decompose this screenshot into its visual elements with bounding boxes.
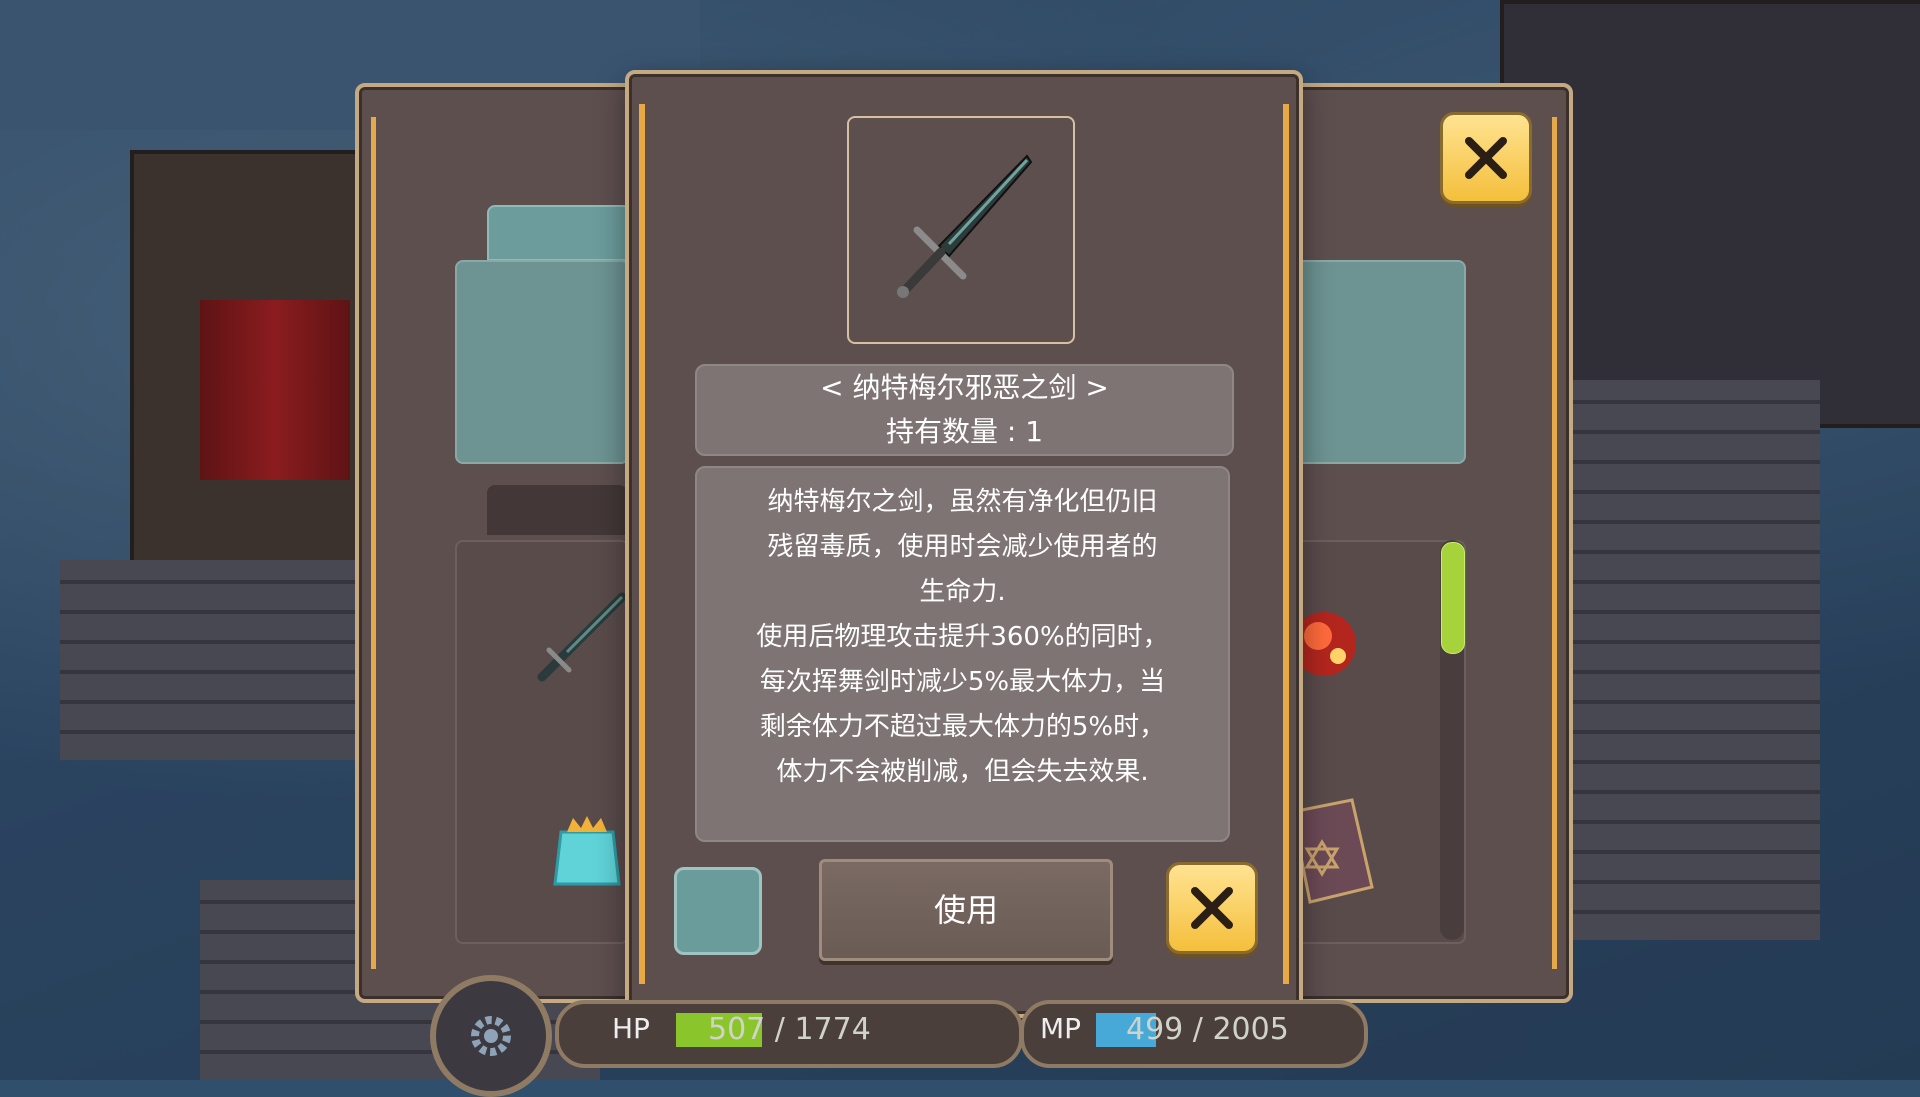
close-icon <box>1465 137 1507 179</box>
item-quantity: 持有数量 : 1 <box>885 415 1044 448</box>
inventory-scrollbar-thumb[interactable] <box>1441 542 1465 654</box>
hp-label: HP <box>612 1012 650 1045</box>
inventory-potion-icon[interactable] <box>549 812 625 892</box>
item-description-line: 每次挥舞剑时减少5%最大体力，当 <box>759 667 1166 697</box>
panel-gold-trim-left <box>371 117 376 969</box>
dialog-gold-trim-right <box>1283 104 1289 984</box>
close-icon <box>1191 887 1233 929</box>
item-icon-frame <box>847 116 1075 344</box>
item-description-line: 剩余体力不超过最大体力的5%时， <box>759 712 1166 742</box>
item-description-line: 纳特梅尔之剑，虽然有净化但仍旧 <box>767 487 1158 517</box>
inventory-info-box-right <box>1290 260 1466 464</box>
sword-icon <box>897 154 1033 298</box>
inventory-tab-active[interactable] <box>487 205 631 261</box>
inventory-info-box-left <box>455 260 629 464</box>
use-button[interactable]: 使用 <box>819 859 1113 961</box>
item-description-line: 体力不会被削减，但会失去效果. <box>776 757 1149 787</box>
panel-gold-trim-right <box>1552 117 1557 969</box>
item-description-line: 残留毒质，使用时会减少使用者的 <box>767 532 1158 562</box>
inventory-list-left <box>455 540 629 944</box>
inventory-sword-icon[interactable] <box>527 592 627 692</box>
item-description: 纳特梅尔之剑，虽然有净化但仍旧 残留毒质，使用时会减少使用者的 生命力. 使用后… <box>695 466 1230 842</box>
hp-value: 507 / 1774 <box>708 1012 871 1047</box>
item-slot-button[interactable] <box>674 867 762 955</box>
item-description-line: 生命力. <box>919 577 1006 607</box>
gear-icon <box>471 1016 511 1056</box>
item-name-box: < 纳特梅尔邪恶之剑 > 持有数量 : 1 <box>695 364 1234 456</box>
item-description-line: 使用后物理攻击提升360%的同时， <box>756 622 1169 652</box>
mp-label: MP <box>1040 1012 1082 1045</box>
inventory-close-button[interactable] <box>1440 112 1532 204</box>
mp-value: 499 / 2005 <box>1126 1012 1289 1047</box>
item-detail-dialog: < 纳特梅尔邪恶之剑 > 持有数量 : 1 纳特梅尔之剑，虽然有净化但仍旧 残留… <box>625 70 1303 1018</box>
inventory-tab-inactive[interactable] <box>487 485 627 535</box>
settings-button[interactable] <box>430 975 552 1097</box>
dialog-close-button[interactable] <box>1166 862 1258 954</box>
dialog-gold-trim-left <box>639 104 645 984</box>
item-name: < 纳特梅尔邪恶之剑 > <box>820 371 1109 404</box>
